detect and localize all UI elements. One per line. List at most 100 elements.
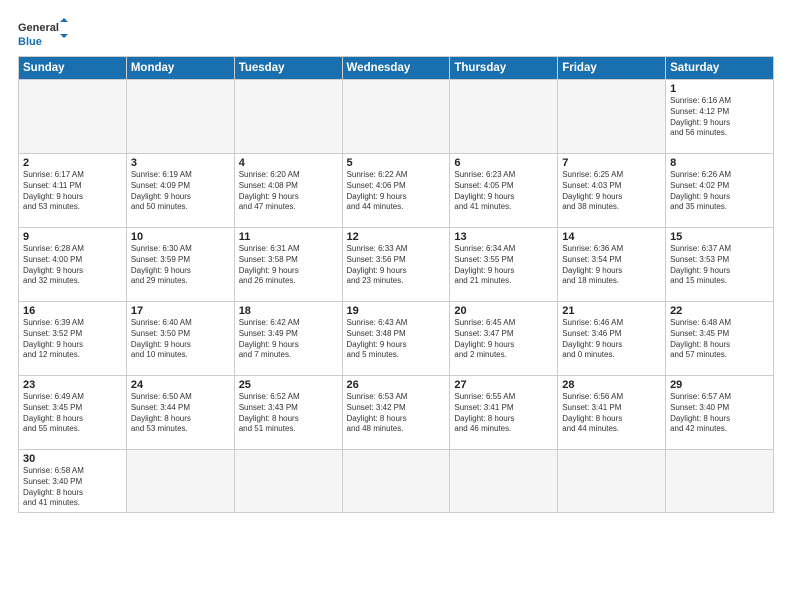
day-number: 23 xyxy=(23,379,122,391)
day-info: Sunrise: 6:57 AMSunset: 3:40 PMDaylight:… xyxy=(670,392,769,435)
day-number: 29 xyxy=(670,379,769,391)
col-header-wednesday: Wednesday xyxy=(342,57,450,80)
col-header-tuesday: Tuesday xyxy=(234,57,342,80)
day-number: 19 xyxy=(347,305,446,317)
col-header-friday: Friday xyxy=(558,57,666,80)
day-number: 5 xyxy=(347,157,446,169)
day-number: 10 xyxy=(131,231,230,243)
day-number: 9 xyxy=(23,231,122,243)
day-info: Sunrise: 6:43 AMSunset: 3:48 PMDaylight:… xyxy=(347,318,446,361)
day-number: 28 xyxy=(562,379,661,391)
calendar-cell: 16Sunrise: 6:39 AMSunset: 3:52 PMDayligh… xyxy=(19,302,127,376)
calendar-cell: 3Sunrise: 6:19 AMSunset: 4:09 PMDaylight… xyxy=(126,154,234,228)
calendar-cell: 11Sunrise: 6:31 AMSunset: 3:58 PMDayligh… xyxy=(234,228,342,302)
day-info: Sunrise: 6:16 AMSunset: 4:12 PMDaylight:… xyxy=(670,96,769,139)
day-info: Sunrise: 6:17 AMSunset: 4:11 PMDaylight:… xyxy=(23,170,122,213)
calendar-cell: 13Sunrise: 6:34 AMSunset: 3:55 PMDayligh… xyxy=(450,228,558,302)
calendar-cell: 18Sunrise: 6:42 AMSunset: 3:49 PMDayligh… xyxy=(234,302,342,376)
col-header-sunday: Sunday xyxy=(19,57,127,80)
calendar-table: SundayMondayTuesdayWednesdayThursdayFrid… xyxy=(18,56,774,513)
calendar-cell xyxy=(342,80,450,154)
calendar-week-row: 2Sunrise: 6:17 AMSunset: 4:11 PMDaylight… xyxy=(19,154,774,228)
calendar-cell: 21Sunrise: 6:46 AMSunset: 3:46 PMDayligh… xyxy=(558,302,666,376)
day-info: Sunrise: 6:46 AMSunset: 3:46 PMDaylight:… xyxy=(562,318,661,361)
svg-text:Blue: Blue xyxy=(18,36,42,48)
day-number: 6 xyxy=(454,157,553,169)
col-header-thursday: Thursday xyxy=(450,57,558,80)
calendar-cell: 1Sunrise: 6:16 AMSunset: 4:12 PMDaylight… xyxy=(666,80,774,154)
day-info: Sunrise: 6:28 AMSunset: 4:00 PMDaylight:… xyxy=(23,244,122,287)
day-number: 17 xyxy=(131,305,230,317)
day-info: Sunrise: 6:56 AMSunset: 3:41 PMDaylight:… xyxy=(562,392,661,435)
calendar-week-row: 9Sunrise: 6:28 AMSunset: 4:00 PMDaylight… xyxy=(19,228,774,302)
header: General Blue xyxy=(18,18,774,54)
day-info: Sunrise: 6:52 AMSunset: 3:43 PMDaylight:… xyxy=(239,392,338,435)
calendar-cell: 28Sunrise: 6:56 AMSunset: 3:41 PMDayligh… xyxy=(558,376,666,450)
calendar-cell: 4Sunrise: 6:20 AMSunset: 4:08 PMDaylight… xyxy=(234,154,342,228)
calendar-week-row: 1Sunrise: 6:16 AMSunset: 4:12 PMDaylight… xyxy=(19,80,774,154)
calendar-cell: 19Sunrise: 6:43 AMSunset: 3:48 PMDayligh… xyxy=(342,302,450,376)
day-number: 7 xyxy=(562,157,661,169)
day-info: Sunrise: 6:50 AMSunset: 3:44 PMDaylight:… xyxy=(131,392,230,435)
calendar-cell xyxy=(126,450,234,513)
logo: General Blue xyxy=(18,18,70,54)
calendar-cell: 9Sunrise: 6:28 AMSunset: 4:00 PMDaylight… xyxy=(19,228,127,302)
day-number: 2 xyxy=(23,157,122,169)
day-info: Sunrise: 6:37 AMSunset: 3:53 PMDaylight:… xyxy=(670,244,769,287)
calendar-cell: 27Sunrise: 6:55 AMSunset: 3:41 PMDayligh… xyxy=(450,376,558,450)
day-number: 25 xyxy=(239,379,338,391)
col-header-saturday: Saturday xyxy=(666,57,774,80)
day-number: 1 xyxy=(670,83,769,95)
day-info: Sunrise: 6:30 AMSunset: 3:59 PMDaylight:… xyxy=(131,244,230,287)
generalblue-logo: General Blue xyxy=(18,18,70,54)
calendar-cell: 5Sunrise: 6:22 AMSunset: 4:06 PMDaylight… xyxy=(342,154,450,228)
day-number: 24 xyxy=(131,379,230,391)
day-info: Sunrise: 6:53 AMSunset: 3:42 PMDaylight:… xyxy=(347,392,446,435)
calendar-header-row: SundayMondayTuesdayWednesdayThursdayFrid… xyxy=(19,57,774,80)
day-number: 11 xyxy=(239,231,338,243)
calendar-cell: 26Sunrise: 6:53 AMSunset: 3:42 PMDayligh… xyxy=(342,376,450,450)
calendar-cell: 8Sunrise: 6:26 AMSunset: 4:02 PMDaylight… xyxy=(666,154,774,228)
calendar-cell xyxy=(342,450,450,513)
calendar-week-row: 30Sunrise: 6:58 AMSunset: 3:40 PMDayligh… xyxy=(19,450,774,513)
day-info: Sunrise: 6:34 AMSunset: 3:55 PMDaylight:… xyxy=(454,244,553,287)
day-info: Sunrise: 6:20 AMSunset: 4:08 PMDaylight:… xyxy=(239,170,338,213)
calendar-cell: 10Sunrise: 6:30 AMSunset: 3:59 PMDayligh… xyxy=(126,228,234,302)
day-info: Sunrise: 6:39 AMSunset: 3:52 PMDaylight:… xyxy=(23,318,122,361)
calendar-cell xyxy=(666,450,774,513)
calendar-cell xyxy=(234,450,342,513)
day-number: 8 xyxy=(670,157,769,169)
calendar-week-row: 23Sunrise: 6:49 AMSunset: 3:45 PMDayligh… xyxy=(19,376,774,450)
day-info: Sunrise: 6:36 AMSunset: 3:54 PMDaylight:… xyxy=(562,244,661,287)
day-number: 16 xyxy=(23,305,122,317)
day-number: 20 xyxy=(454,305,553,317)
calendar-cell: 30Sunrise: 6:58 AMSunset: 3:40 PMDayligh… xyxy=(19,450,127,513)
day-info: Sunrise: 6:31 AMSunset: 3:58 PMDaylight:… xyxy=(239,244,338,287)
col-header-monday: Monday xyxy=(126,57,234,80)
calendar-cell xyxy=(234,80,342,154)
day-number: 26 xyxy=(347,379,446,391)
day-number: 13 xyxy=(454,231,553,243)
calendar-cell: 15Sunrise: 6:37 AMSunset: 3:53 PMDayligh… xyxy=(666,228,774,302)
calendar-cell: 22Sunrise: 6:48 AMSunset: 3:45 PMDayligh… xyxy=(666,302,774,376)
calendar-cell xyxy=(558,80,666,154)
calendar-cell xyxy=(450,450,558,513)
calendar-cell: 29Sunrise: 6:57 AMSunset: 3:40 PMDayligh… xyxy=(666,376,774,450)
day-info: Sunrise: 6:45 AMSunset: 3:47 PMDaylight:… xyxy=(454,318,553,361)
calendar-cell: 17Sunrise: 6:40 AMSunset: 3:50 PMDayligh… xyxy=(126,302,234,376)
day-number: 12 xyxy=(347,231,446,243)
calendar-cell: 12Sunrise: 6:33 AMSunset: 3:56 PMDayligh… xyxy=(342,228,450,302)
day-info: Sunrise: 6:42 AMSunset: 3:49 PMDaylight:… xyxy=(239,318,338,361)
calendar-cell xyxy=(126,80,234,154)
calendar-cell xyxy=(450,80,558,154)
calendar-cell xyxy=(558,450,666,513)
calendar-page: General Blue SundayMondayTuesdayWednesda… xyxy=(0,0,792,523)
calendar-cell: 14Sunrise: 6:36 AMSunset: 3:54 PMDayligh… xyxy=(558,228,666,302)
calendar-cell: 2Sunrise: 6:17 AMSunset: 4:11 PMDaylight… xyxy=(19,154,127,228)
day-number: 21 xyxy=(562,305,661,317)
day-info: Sunrise: 6:26 AMSunset: 4:02 PMDaylight:… xyxy=(670,170,769,213)
calendar-cell: 25Sunrise: 6:52 AMSunset: 3:43 PMDayligh… xyxy=(234,376,342,450)
day-info: Sunrise: 6:55 AMSunset: 3:41 PMDaylight:… xyxy=(454,392,553,435)
calendar-cell: 20Sunrise: 6:45 AMSunset: 3:47 PMDayligh… xyxy=(450,302,558,376)
day-info: Sunrise: 6:40 AMSunset: 3:50 PMDaylight:… xyxy=(131,318,230,361)
